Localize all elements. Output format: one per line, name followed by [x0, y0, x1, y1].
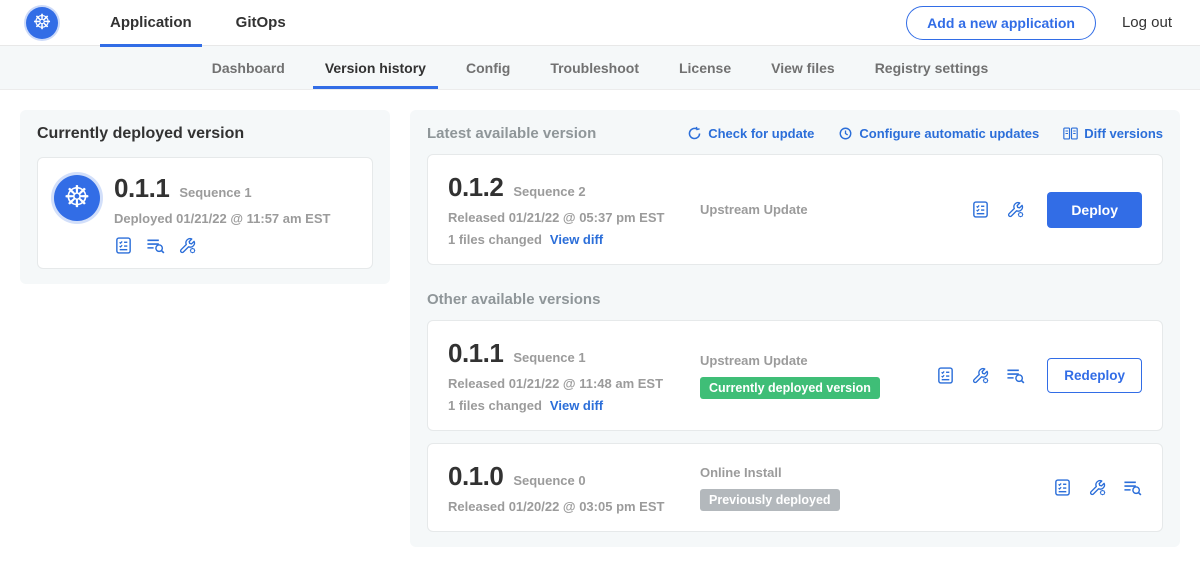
edit-config-icon[interactable]	[178, 236, 197, 255]
view-files-icon[interactable]	[1006, 366, 1025, 385]
deployed-actions	[114, 236, 330, 255]
other-versions-heading: Other available versions	[427, 291, 1163, 308]
files-changed: 1 files changed	[448, 398, 542, 413]
kubernetes-logo: ☸	[26, 7, 58, 39]
deployed-version-info: 0.1.1 Sequence 1 Deployed 01/21/22 @ 11:…	[114, 173, 330, 255]
latest-version-info: 0.1.2 Sequence 2 Released 01/21/22 @ 05:…	[448, 172, 700, 247]
source-label: Online Install	[700, 465, 782, 480]
diff-versions-link[interactable]: Diff versions	[1063, 126, 1163, 141]
subnav-tab-view-files[interactable]: View files	[751, 46, 855, 89]
edit-config-icon[interactable]	[1006, 200, 1025, 219]
latest-actions: Deploy	[971, 192, 1142, 228]
released-timestamp: Released 01/21/22 @ 11:48 am EST	[448, 376, 700, 391]
deploy-button[interactable]: Deploy	[1047, 192, 1142, 228]
top-tabs: Application GitOps	[88, 0, 308, 46]
view-files-icon[interactable]	[146, 236, 165, 255]
check-for-update-link[interactable]: Check for update	[687, 126, 814, 141]
subnav-tab-version-history[interactable]: Version history	[305, 46, 446, 89]
latest-released-timestamp: Released 01/21/22 @ 05:37 pm EST	[448, 210, 700, 225]
latest-files-changed: 1 files changed	[448, 232, 542, 247]
version-card-0-1-0: 0.1.0 Sequence 0 Released 01/20/22 @ 03:…	[427, 443, 1163, 532]
subnav-tab-dashboard[interactable]: Dashboard	[192, 46, 305, 89]
schedule-clock-icon	[838, 126, 853, 141]
version-info: 0.1.0 Sequence 0 Released 01/20/22 @ 03:…	[448, 461, 700, 514]
deployed-version-number: 0.1.1	[114, 173, 169, 204]
topbar-right: Add a new application Log out	[906, 6, 1172, 40]
tab-gitops[interactable]: GitOps	[214, 0, 308, 46]
deployed-version-card: ☸ 0.1.1 Sequence 1 Deployed 01/21/22 @ 1…	[37, 157, 373, 269]
subnav-tab-config[interactable]: Config	[446, 46, 530, 89]
add-application-button[interactable]: Add a new application	[906, 6, 1096, 40]
refresh-icon	[687, 126, 702, 141]
release-notes-icon[interactable]	[1053, 478, 1072, 497]
release-notes-icon[interactable]	[114, 236, 133, 255]
top-navbar: ☸ Application GitOps Add a new applicati…	[0, 0, 1200, 46]
release-notes-icon[interactable]	[971, 200, 990, 219]
logout-link[interactable]: Log out	[1122, 14, 1172, 31]
helm-wheel-icon: ☸	[33, 12, 52, 33]
latest-version-header: Latest available version Check for updat…	[427, 125, 1163, 142]
latest-source-column: Upstream Update	[700, 202, 808, 217]
source-column: Upstream Update Currently deployed versi…	[700, 353, 880, 399]
configure-updates-link[interactable]: Configure automatic updates	[838, 126, 1039, 141]
currently-deployed-panel: Currently deployed version ☸ 0.1.1 Seque…	[20, 110, 390, 284]
latest-view-diff-link[interactable]: View diff	[550, 232, 603, 247]
latest-version-number: 0.1.2	[448, 172, 503, 203]
helm-wheel-icon: ☸	[64, 183, 91, 213]
version-card-0-1-1: 0.1.1 Sequence 1 Released 01/21/22 @ 11:…	[427, 320, 1163, 431]
version-number: 0.1.1	[448, 338, 503, 369]
subnav-tab-troubleshoot[interactable]: Troubleshoot	[530, 46, 659, 89]
version-card-latest: 0.1.2 Sequence 2 Released 01/21/22 @ 05:…	[427, 154, 1163, 265]
release-notes-icon[interactable]	[936, 366, 955, 385]
deployed-panel-title: Currently deployed version	[37, 125, 373, 143]
deployed-timestamp: Deployed 01/21/22 @ 11:57 am EST	[114, 211, 330, 226]
previously-deployed-badge: Previously deployed	[700, 489, 840, 511]
subnav-tab-registry-settings[interactable]: Registry settings	[855, 46, 1009, 89]
app-subnav: Dashboard Version history Config Trouble…	[0, 46, 1200, 90]
deployed-sequence-label: Sequence 1	[179, 185, 251, 200]
latest-sequence-label: Sequence 2	[513, 184, 585, 199]
app-logo: ☸	[54, 175, 100, 221]
redeploy-button[interactable]: Redeploy	[1047, 358, 1142, 393]
version-info: 0.1.1 Sequence 1 Released 01/21/22 @ 11:…	[448, 338, 700, 413]
sequence-label: Sequence 1	[513, 350, 585, 365]
edit-config-icon[interactable]	[971, 366, 990, 385]
sequence-label: Sequence 0	[513, 473, 585, 488]
tab-application[interactable]: Application	[88, 0, 214, 46]
check-for-update-label: Check for update	[708, 126, 814, 141]
currently-deployed-badge: Currently deployed version	[700, 377, 880, 399]
subnav-tab-license[interactable]: License	[659, 46, 751, 89]
view-diff-link[interactable]: View diff	[550, 398, 603, 413]
version-header-actions: Check for update Configure automatic upd…	[687, 126, 1163, 141]
released-timestamp: Released 01/20/22 @ 03:05 pm EST	[448, 499, 700, 514]
diff-versions-label: Diff versions	[1084, 126, 1163, 141]
version-actions: Redeploy	[936, 358, 1142, 393]
source-column: Online Install Previously deployed	[700, 465, 840, 511]
configure-updates-label: Configure automatic updates	[859, 126, 1039, 141]
diff-icon	[1063, 126, 1078, 141]
main-content: Currently deployed version ☸ 0.1.1 Seque…	[0, 90, 1200, 564]
version-actions	[1053, 478, 1142, 497]
view-files-icon[interactable]	[1123, 478, 1142, 497]
version-history-panel: Latest available version Check for updat…	[410, 110, 1180, 547]
edit-config-icon[interactable]	[1088, 478, 1107, 497]
version-number: 0.1.0	[448, 461, 503, 492]
latest-version-heading: Latest available version	[427, 125, 596, 142]
latest-source-label: Upstream Update	[700, 202, 808, 217]
source-label: Upstream Update	[700, 353, 808, 368]
